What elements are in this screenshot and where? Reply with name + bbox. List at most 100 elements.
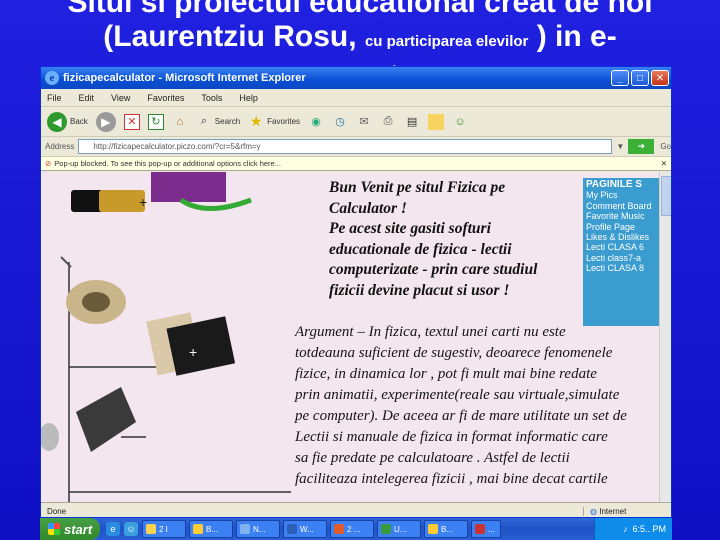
menu-tools[interactable]: Tools bbox=[201, 93, 222, 103]
window-title: fizicapecalculator - Microsoft Internet … bbox=[63, 72, 306, 84]
popup-blocked-icon: ⊘ bbox=[45, 159, 52, 168]
home-icon: ⌂ bbox=[176, 115, 184, 128]
task-icon bbox=[287, 524, 297, 534]
clock[interactable]: 6:5.. PM bbox=[632, 524, 666, 534]
pages-sidebar: PAGINILE S My Pics Comment Board Favorit… bbox=[583, 178, 663, 326]
quick-launch: e ☺ bbox=[106, 522, 142, 536]
welcome-line: Calculator ! bbox=[329, 199, 407, 217]
title-suffix: ) in e- bbox=[536, 20, 617, 53]
sidebar-item-favorite-music[interactable]: Favorite Music bbox=[586, 211, 660, 221]
stop-button[interactable]: ✕ bbox=[123, 113, 140, 130]
messenger-button[interactable]: ☺ bbox=[452, 114, 468, 130]
print-button[interactable]: ⎙ bbox=[380, 114, 396, 130]
argument-line: sa fie predate pe calculatoare . Astfel … bbox=[295, 450, 570, 466]
sidebar-item-likes-dislikes[interactable]: Likes & Dislikes bbox=[586, 232, 660, 242]
title-author: (Laurentziu Rosu, bbox=[103, 20, 357, 53]
forward-arrow-icon: ▶ bbox=[95, 111, 116, 132]
maximize-button[interactable]: □ bbox=[631, 70, 649, 86]
mail-button[interactable]: ✉ bbox=[356, 114, 372, 130]
back-label: Back bbox=[70, 117, 88, 126]
slide-title-line-1: Situl si proiectul educational creat de … bbox=[67, 0, 653, 19]
browser-toolbar: ◀ Back ▶ ✕ ↻ ⌂ ⌕ Search ★ Favorites ◉ ◷ bbox=[41, 107, 671, 137]
start-button[interactable]: start bbox=[40, 518, 100, 540]
scrollbar-thumb[interactable] bbox=[661, 176, 671, 216]
task-button[interactable]: W... bbox=[283, 520, 327, 538]
task-button[interactable]: B... bbox=[189, 520, 233, 538]
menu-view[interactable]: View bbox=[111, 93, 130, 103]
task-label: W... bbox=[300, 524, 314, 534]
internet-explorer-icon: e bbox=[45, 71, 59, 85]
welcome-line: Bun Venit pe situl Fizica pe bbox=[329, 179, 506, 196]
sidebar-item-my-pics[interactable]: My Pics bbox=[586, 190, 660, 200]
refresh-button[interactable]: ↻ bbox=[147, 113, 164, 130]
argument-line: faciliteaza intelegerea fizicii , mai bi… bbox=[295, 471, 608, 487]
slide-title-line-2: (Laurentziu Rosu, cu participarea elevil… bbox=[0, 20, 720, 59]
vertical-scrollbar[interactable] bbox=[659, 172, 671, 502]
forward-button[interactable]: ▶ bbox=[95, 111, 116, 132]
task-label: U... bbox=[394, 524, 407, 534]
argument-line: pe computer). De aceea ar fi de mare uti… bbox=[295, 408, 627, 424]
folder-button[interactable] bbox=[428, 113, 445, 130]
status-bar: Done ◍ Internet bbox=[41, 502, 671, 517]
welcome-line: educationale de fizica - lectii bbox=[329, 240, 512, 258]
address-input[interactable]: http://fizicapecalculator.piczo.com/?cr=… bbox=[78, 139, 613, 154]
mail-icon: ✉ bbox=[359, 116, 369, 128]
task-button[interactable]: 2 I bbox=[142, 520, 186, 538]
browser-window: e fizicapecalculator - Microsoft Interne… bbox=[40, 66, 672, 518]
sidebar-item-comment-board[interactable]: Comment Board bbox=[586, 201, 660, 211]
status-zone: ◍ Internet bbox=[583, 506, 671, 516]
sidebar-item-lectii-clasa-7[interactable]: Lecti class7-a bbox=[586, 253, 660, 263]
task-icon bbox=[381, 524, 391, 534]
window-titlebar[interactable]: e fizicapecalculator - Microsoft Interne… bbox=[41, 67, 671, 89]
back-button[interactable]: ◀ Back bbox=[47, 111, 88, 132]
popup-close-icon[interactable]: ✕ bbox=[661, 159, 667, 168]
title-participation: cu participarea elevilor bbox=[364, 33, 529, 50]
refresh-icon: ↻ bbox=[147, 113, 164, 130]
search-label: Search bbox=[214, 117, 241, 126]
minimize-button[interactable]: _ bbox=[611, 70, 629, 86]
home-button[interactable]: ⌂ bbox=[172, 114, 188, 130]
popup-blocked-bar[interactable]: ⊘ Pop-up blocked. To see this pop-up or … bbox=[41, 157, 671, 171]
close-button[interactable]: ✕ bbox=[651, 70, 669, 86]
task-button[interactable]: 2 ... bbox=[330, 520, 374, 538]
search-button[interactable]: ⌕ Search bbox=[196, 114, 240, 130]
menu-file[interactable]: File bbox=[47, 93, 62, 103]
system-tray: ♪ 6:5.. PM bbox=[594, 518, 672, 540]
edit-button[interactable]: ▤ bbox=[404, 114, 420, 130]
menu-favorites[interactable]: Favorites bbox=[147, 93, 184, 103]
favorites-button[interactable]: ★ Favorites bbox=[248, 113, 300, 130]
history-icon: ◷ bbox=[335, 116, 345, 128]
circuit-illustrations: + + bbox=[41, 172, 291, 502]
media-button[interactable]: ◉ bbox=[308, 114, 324, 130]
task-label: ... bbox=[488, 524, 495, 534]
rocker-switch bbox=[76, 387, 136, 452]
stop-icon: ✕ bbox=[123, 113, 140, 130]
task-button[interactable]: B... bbox=[424, 520, 468, 538]
menu-bar: File Edit View Favorites Tools Help bbox=[41, 89, 671, 107]
popup-blocked-text: Pop-up blocked. To see this pop-up or ad… bbox=[54, 159, 281, 168]
task-label: N... bbox=[253, 524, 266, 534]
print-icon: ⎙ bbox=[383, 115, 393, 127]
menu-edit[interactable]: Edit bbox=[79, 93, 95, 103]
sidebar-item-lectii-clasa-6[interactable]: Lecti CLASA 6 bbox=[586, 242, 660, 252]
go-button[interactable]: ➜ bbox=[628, 139, 655, 154]
globe-icon: ◍ bbox=[590, 506, 597, 516]
sidebar-item-profile-page[interactable]: Profile Page bbox=[586, 222, 660, 232]
task-button[interactable]: N... bbox=[236, 520, 280, 538]
address-label: Address bbox=[45, 142, 75, 151]
messenger-quicklaunch-icon[interactable]: ☺ bbox=[124, 522, 138, 536]
address-dropdown-icon[interactable]: ▼ bbox=[616, 142, 624, 151]
task-button[interactable]: U... bbox=[377, 520, 421, 538]
status-zone-label: Internet bbox=[599, 506, 627, 516]
sidebar-item-lectii-clasa-8[interactable]: Lecti CLASA 8 bbox=[586, 263, 660, 273]
tray-volume-icon[interactable]: ♪ bbox=[623, 524, 628, 534]
history-button[interactable]: ◷ bbox=[332, 114, 348, 130]
task-label: 2 ... bbox=[347, 524, 361, 534]
argument-line: prin animatii, experimente(reale sau vir… bbox=[295, 387, 620, 403]
battery-plus-top: + bbox=[139, 194, 147, 210]
task-button[interactable]: ... bbox=[471, 520, 501, 538]
ie-quicklaunch-icon[interactable]: e bbox=[106, 522, 120, 536]
menu-help[interactable]: Help bbox=[239, 93, 258, 103]
purple-switch-shape bbox=[151, 172, 226, 202]
task-icon bbox=[428, 524, 438, 534]
